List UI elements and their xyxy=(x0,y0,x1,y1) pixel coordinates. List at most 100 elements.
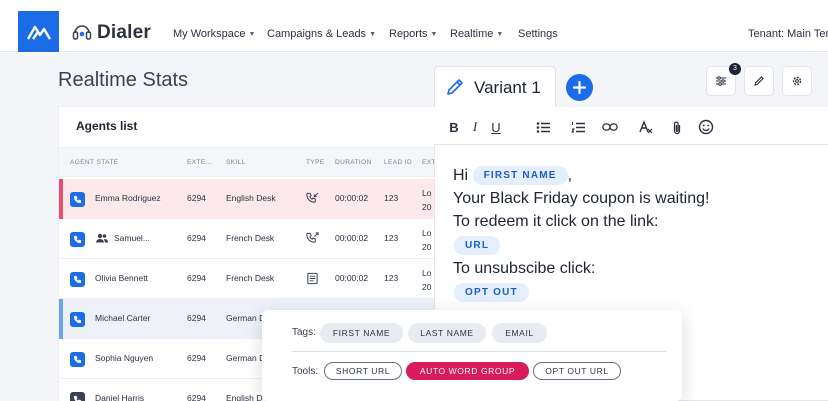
table-row[interactable]: Emma Rodriguez 6294 English Desk 00:00:0… xyxy=(59,179,449,219)
panel-divider xyxy=(292,351,667,352)
message-line-4[interactable]: To unsubscibe click: xyxy=(453,260,595,278)
first-name-variable-chip[interactable]: FIRST NAME xyxy=(472,166,568,185)
inbound-call-icon xyxy=(306,192,319,203)
col-duration[interactable]: DURATION xyxy=(335,159,372,166)
lead-id: 123 xyxy=(384,193,399,203)
tag-email[interactable]: EMAIL xyxy=(492,323,547,343)
message-line-2[interactable]: Your Black Friday coupon is waiting! xyxy=(453,190,709,208)
table-row[interactable]: Samuel... 6294 French Desk 00:00:02 123 … xyxy=(59,219,449,259)
message-line-3[interactable]: To redeem it click on the link: xyxy=(453,213,658,231)
col-lead-id[interactable]: LEAD ID xyxy=(384,159,412,166)
plus-icon xyxy=(573,81,586,94)
brand-mark-icon xyxy=(26,25,51,40)
variant-tab[interactable]: Variant 1 xyxy=(434,66,556,107)
app-name: Dialer xyxy=(97,22,152,43)
agent-extension: 6294 xyxy=(187,353,206,363)
tool-short-url[interactable]: SHORT URL xyxy=(324,362,402,380)
ext-info: Lo 20 xyxy=(422,228,432,252)
link-button[interactable] xyxy=(602,119,618,135)
phone-state-icon xyxy=(70,272,85,287)
phone-state-icon xyxy=(70,352,85,367)
pencil-icon xyxy=(447,79,463,95)
ext-info: Lo 20 xyxy=(422,188,432,212)
agents-list-title: Agents list xyxy=(76,119,138,133)
tenant-selector[interactable]: Tenant: Main Ten xyxy=(748,28,828,40)
ext-info: Lo 20 xyxy=(422,268,432,292)
gear-icon xyxy=(792,76,802,86)
phone-state-icon xyxy=(70,392,85,401)
col-agent-state[interactable]: AGENT STATE xyxy=(70,159,118,166)
paperclip-icon xyxy=(673,121,681,134)
filters-count-badge: 3 xyxy=(729,63,741,75)
opt-out-variable-chip[interactable]: OPT OUT xyxy=(454,283,529,302)
phone-state-icon xyxy=(70,232,85,247)
clear-format-button[interactable] xyxy=(637,119,653,135)
tags-tools-panel: Tags: FIRST NAME LAST NAME EMAIL Tools: … xyxy=(262,310,682,401)
agent-extension: 6294 xyxy=(187,393,206,401)
chevron-down-icon: ▼ xyxy=(248,31,256,38)
italic-button[interactable]: I xyxy=(467,119,483,135)
agent-name: Daniel Harris xyxy=(95,393,145,401)
nav-reports[interactable]: Reports ▼ xyxy=(389,28,437,40)
numbered-list-button[interactable] xyxy=(570,119,586,135)
call-duration: 00:00:02 xyxy=(335,233,369,243)
sliders-icon xyxy=(716,76,726,86)
row-status-marker xyxy=(59,179,63,219)
tag-last-name[interactable]: LAST NAME xyxy=(408,323,486,343)
numbered-list-icon xyxy=(570,121,585,132)
nav-realtime[interactable]: Realtime ▼ xyxy=(450,28,503,40)
agents-table-header: AGENT STATE EXTE... SKILL TYPE DURATION … xyxy=(59,147,449,177)
edit-button[interactable] xyxy=(744,66,774,96)
page-title: Realtime Stats xyxy=(58,69,189,91)
call-duration: 00:00:02 xyxy=(335,273,369,283)
underline-button[interactable]: U xyxy=(488,119,504,135)
clear-format-icon xyxy=(638,120,652,134)
agent-name: Samuel... xyxy=(114,233,150,243)
agent-extension: 6294 xyxy=(187,273,206,283)
link-icon xyxy=(602,123,618,131)
editor-toolbar: B I U xyxy=(434,107,828,145)
agent-extension: 6294 xyxy=(187,233,206,243)
variant-name: Variant 1 xyxy=(474,78,541,97)
agent-extension: 6294 xyxy=(187,313,206,323)
tool-opt-out-url[interactable]: OPT OUT URL xyxy=(533,362,621,380)
chevron-down-icon: ▼ xyxy=(430,31,438,38)
url-variable-chip[interactable]: URL xyxy=(454,236,501,255)
phone-state-icon xyxy=(70,192,85,207)
app-switcher-logo[interactable] xyxy=(18,11,59,52)
pencil-icon xyxy=(754,76,764,86)
tags-label: Tags: xyxy=(292,327,316,338)
phone-state-icon xyxy=(70,312,85,327)
greeting-comma: , xyxy=(567,167,573,184)
agent-name: Michael Carter xyxy=(95,313,151,323)
add-variant-button[interactable] xyxy=(566,74,593,101)
dialer-logo-icon xyxy=(72,25,92,40)
attachment-button[interactable] xyxy=(669,119,685,135)
col-type[interactable]: TYPE xyxy=(306,159,325,166)
bullet-list-icon xyxy=(536,121,550,133)
bullet-list-button[interactable] xyxy=(535,119,551,135)
group-icon xyxy=(96,233,108,243)
agent-name: Olivia Bennett xyxy=(95,273,148,283)
document-icon xyxy=(307,272,318,285)
greeting-text: Hi xyxy=(453,167,469,184)
agent-skill: English D xyxy=(226,393,263,401)
nav-campaigns-leads[interactable]: Campaigns & Leads ▼ xyxy=(267,28,376,40)
lead-id: 123 xyxy=(384,233,399,243)
outbound-call-icon xyxy=(306,232,319,243)
message-line-greeting[interactable]: Hi FIRST NAME, xyxy=(453,166,572,185)
agent-name: Emma Rodriguez xyxy=(95,193,161,203)
table-row[interactable]: Olivia Bennett 6294 French Desk 00:00:02… xyxy=(59,259,449,299)
col-skill[interactable]: SKILL xyxy=(226,159,246,166)
tool-auto-word-group[interactable]: AUTO WORD GROUP xyxy=(406,362,529,380)
settings-button[interactable] xyxy=(782,66,812,96)
nav-settings[interactable]: Settings xyxy=(518,28,558,40)
call-duration: 00:00:02 xyxy=(335,193,369,203)
agent-skill: German D xyxy=(226,313,266,323)
col-extension[interactable]: EXTE... xyxy=(187,159,212,166)
row-status-marker xyxy=(59,299,63,339)
tag-first-name[interactable]: FIRST NAME xyxy=(320,323,403,343)
bold-button[interactable]: B xyxy=(446,119,462,135)
nav-my-workspace[interactable]: My Workspace ▼ xyxy=(173,28,255,40)
emoji-button[interactable] xyxy=(698,119,714,135)
